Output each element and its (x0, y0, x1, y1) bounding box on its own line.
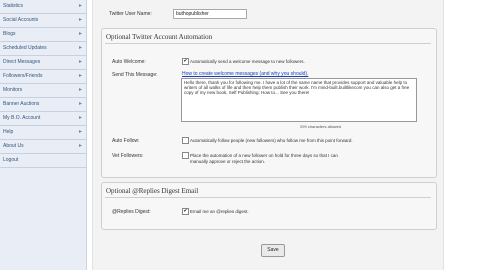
sidebar-item-my-account[interactable]: My B.O. Account ▸ (0, 112, 86, 126)
replies-digest-text: Email me an @replies digest. (190, 209, 249, 214)
vet-followers-checkbox[interactable] (182, 152, 189, 159)
sidebar-item-logout[interactable]: Logout (0, 154, 86, 168)
sidebar-item-monitors[interactable]: Monitors ▸ (0, 84, 86, 98)
chevron-right-icon: ▸ (78, 59, 82, 65)
username-input[interactable]: buthopublisher (173, 9, 247, 19)
how-to-welcome-link[interactable]: How to create welcome messages (and why … (182, 71, 308, 77)
auto-welcome-label: Auto Welcome: (112, 59, 146, 65)
replies-digest-label: @Replies Digest: (112, 209, 151, 215)
chevron-right-icon: ▸ (78, 129, 82, 135)
vet-followers-text: Place the automation of a new follower o… (190, 153, 338, 164)
username-label: Twitter User Name: (109, 11, 152, 17)
sidebar-item-direct-messages[interactable]: Direct Messages ▸ (0, 56, 86, 70)
sidebar-item-help[interactable]: Help ▸ (0, 126, 86, 140)
sidebar: Statistics ▸ Social Accounts ▸ Blogs ▸ Sche… (0, 0, 87, 270)
auto-follow-text: Automatically follow people (new followe… (190, 138, 353, 143)
save-button[interactable]: Save (261, 244, 285, 257)
send-message-label: Send This Message: (112, 72, 158, 78)
chevron-right-icon: ▸ (78, 31, 82, 37)
characters-remaining: 299 characters allowed (300, 124, 342, 129)
chevron-right-icon: ▸ (78, 115, 82, 121)
auto-welcome-text: Automatically send a welcome message to … (190, 59, 305, 64)
chevron-right-icon: ▸ (78, 143, 82, 149)
chevron-right-icon: ▸ (78, 87, 82, 93)
sidebar-item-followers-friends[interactable]: Followers/Friends ▸ (0, 70, 86, 84)
replies-title: Optional @Replies Digest Email (106, 187, 199, 195)
sidebar-item-social-accounts[interactable]: Social Accounts ▸ (0, 14, 86, 28)
replies-digest-checkbox[interactable]: ✔ (182, 208, 189, 215)
sidebar-item-scheduled-updates[interactable]: Scheduled Updates ▸ (0, 42, 86, 56)
chevron-right-icon: ▸ (78, 3, 82, 9)
sidebar-item-blogs[interactable]: Blogs ▸ (0, 28, 86, 42)
automation-title: Optional Twitter Account Automation (106, 33, 213, 41)
chevron-right-icon: ▸ (78, 73, 82, 79)
sidebar-item-banner-auctions[interactable]: Banner Auctions ▸ (0, 98, 86, 112)
chevron-right-icon: ▸ (78, 17, 82, 23)
replies-panel: Optional @Replies Digest Email @Replies … (101, 182, 437, 230)
main-content: Twitter User Name: buthopublisher Option… (92, 0, 444, 270)
auto-follow-label: Auto Follow: (112, 138, 140, 144)
auto-welcome-checkbox[interactable]: ✔ (182, 58, 189, 65)
chevron-right-icon: ▸ (78, 45, 82, 51)
welcome-message-textarea[interactable]: Hello there, thank you for following me.… (181, 78, 417, 122)
chevron-right-icon: ▸ (78, 101, 82, 107)
auto-follow-checkbox[interactable] (182, 137, 189, 144)
vet-followers-label: Vet Followers: (112, 153, 144, 159)
divider (105, 43, 431, 44)
sidebar-item-statistics[interactable]: Statistics ▸ (0, 0, 86, 14)
divider (105, 197, 431, 198)
sidebar-item-about-us[interactable]: About Us ▸ (0, 140, 86, 154)
automation-panel: Optional Twitter Account Automation Auto… (101, 28, 437, 178)
